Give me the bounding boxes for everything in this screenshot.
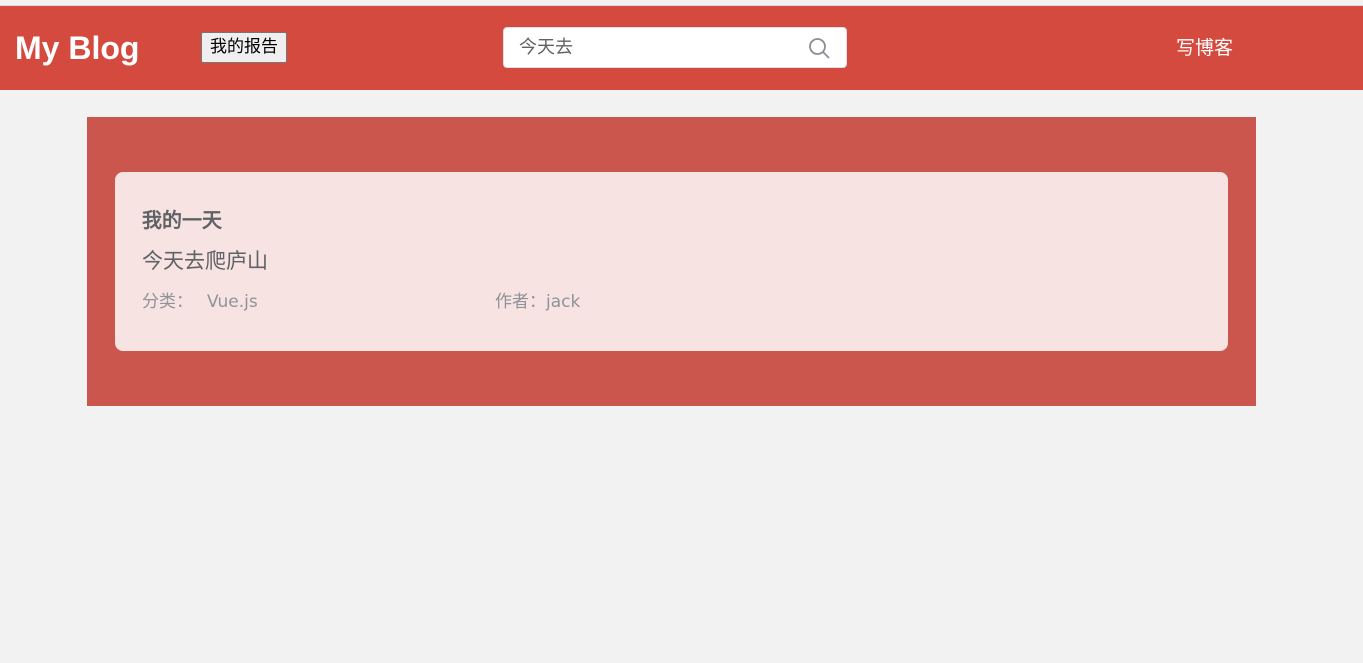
- post-category: 分类： Vue.js: [142, 291, 258, 313]
- post-list-panel: 我的一天 今天去爬庐山 分类： Vue.js 作者：jack: [87, 117, 1256, 406]
- my-report-button[interactable]: 我的报告: [201, 32, 287, 63]
- search-input-value[interactable]: 今天去: [519, 28, 573, 67]
- category-value: Vue.js: [207, 292, 258, 312]
- top-header: My Blog 我的报告 今天去 写博客: [0, 6, 1363, 90]
- post-summary: 今天去爬庐山: [142, 249, 268, 273]
- post-title[interactable]: 我的一天: [142, 207, 222, 233]
- search-icon[interactable]: [808, 37, 830, 59]
- author-value: jack: [546, 292, 581, 312]
- write-blog-link[interactable]: 写博客: [1176, 34, 1233, 62]
- post-card[interactable]: 我的一天 今天去爬庐山 分类： Vue.js 作者：jack: [115, 172, 1228, 351]
- category-label: 分类：: [142, 292, 193, 312]
- post-author: 作者：jack: [495, 291, 580, 313]
- site-logo-text[interactable]: My Blog: [15, 28, 139, 68]
- search-input[interactable]: 今天去: [503, 27, 847, 68]
- author-label: 作者：: [495, 292, 546, 312]
